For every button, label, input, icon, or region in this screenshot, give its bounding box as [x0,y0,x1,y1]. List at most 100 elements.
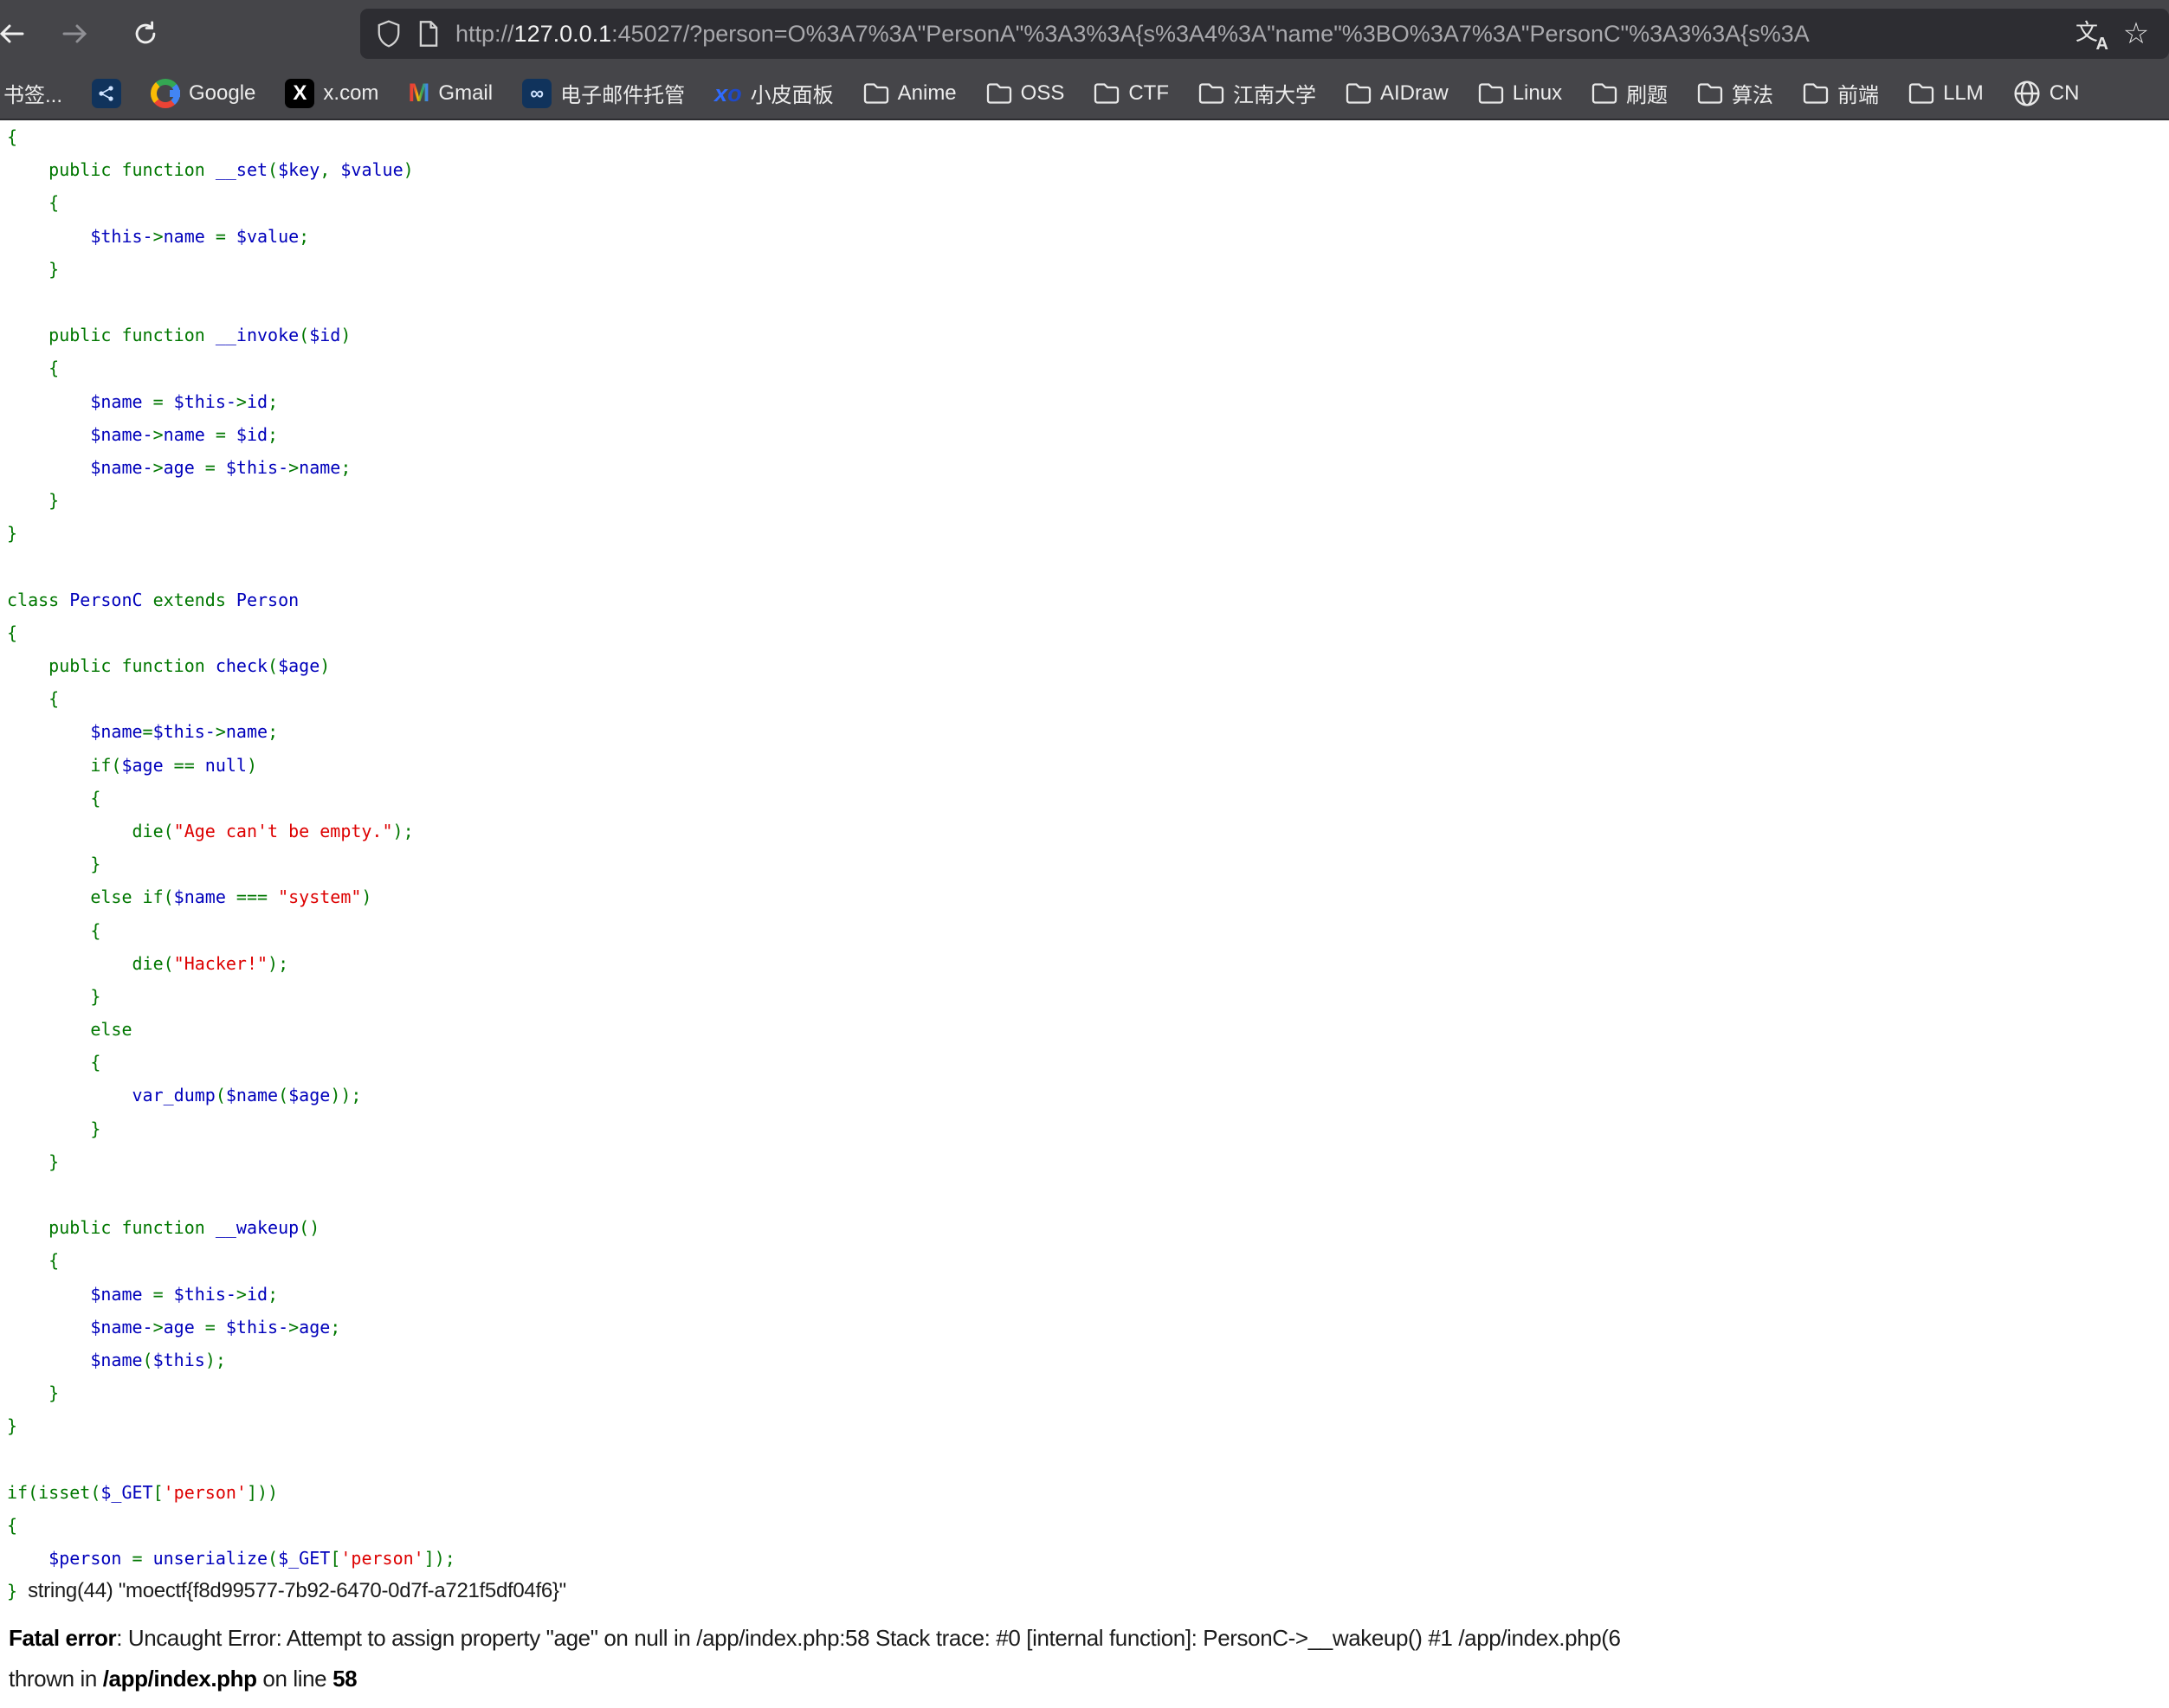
x-logo-icon: X [285,79,314,108]
fatal-error-label: Fatal error [9,1625,116,1651]
folder-icon [863,82,889,105]
folder-icon [1697,82,1723,105]
bookmark-label: 电子邮件托管 [560,78,685,108]
code-line: die("Age can't be empty."); [7,815,2169,848]
code-line: $name = $this->id; [7,1278,2169,1311]
bookmark-folder-Anime[interactable]: Anime [863,81,957,106]
code-line: public function __set($key, $value) [7,153,2169,186]
bookmark-folder-前端[interactable]: 前端 [1803,78,1879,108]
bookmark-小皮面板[interactable]: xo小皮面板 [714,78,834,108]
code-line: $name=$this->name; [7,715,2169,748]
reload-button[interactable] [126,15,165,53]
code-line [7,286,2169,319]
bookmark-label: LLM [1943,81,1984,106]
bookmark-label: Linux [1513,81,1562,106]
code-line: else if($name === "system") [7,880,2169,913]
bookmark-star-icon[interactable]: ☆ [2114,13,2159,55]
bookmark-x.com[interactable]: Xx.com [285,79,378,108]
code-line: { [7,616,2169,649]
code-line: } [7,1145,2169,1178]
code-line: { [7,351,2169,384]
code-line: $this->name = $value; [7,220,2169,253]
bookmark-label: OSS [1021,81,1065,106]
folder-icon [986,82,1012,105]
bookmark-folder-江南大学[interactable]: 江南大学 [1198,78,1316,108]
code-line: $name->name = $id; [7,418,2169,451]
fatal-error-message: : Uncaught Error: Attempt to assign prop… [116,1625,1620,1651]
error-file: /app/index.php [103,1666,257,1692]
page-content: { public function __set($key, $value) { … [0,120,2169,1699]
code-line: public function check($age) [7,649,2169,682]
code-line: } [7,253,2169,286]
bookmark-电子邮件托管[interactable]: ∞ 电子邮件托管 [522,78,685,108]
code-line: class PersonC extends Person [7,583,2169,616]
code-line: } [7,484,2169,517]
code-line: } [7,848,2169,880]
bookmark-label: 前端 [1837,78,1879,108]
folder-icon [1198,82,1224,105]
code-line: $name->age = $this->age; [7,1311,2169,1344]
folder-icon [1094,82,1120,105]
error-line-number: 58 [332,1666,357,1692]
bookmark-label: CN [2050,81,2080,106]
bookmark-label: AIDraw [1380,81,1449,106]
bookmark-folder-AIDraw[interactable]: AIDraw [1346,81,1449,106]
url-path: :45027/?person=O%3A7%3A"PersonA"%3A3%3A{… [611,21,1810,47]
folder-icon [1478,82,1504,105]
folder-icon [1346,82,1372,105]
reload-icon [131,19,160,48]
code-line [7,550,2169,583]
back-button[interactable] [0,15,31,53]
bookmark-label: Google [189,81,255,106]
bookmark-Google[interactable]: Google [151,79,255,108]
code-line: { [7,1509,2169,1542]
code-line: { [7,782,2169,815]
code-line: { [7,120,2169,153]
bookmark-label: 算法 [1732,78,1773,108]
code-line [7,1443,2169,1476]
translate-icon[interactable]: 文A [2069,13,2114,55]
code-line: if(isset($_GET['person'])) [7,1476,2169,1509]
code-line: } [7,517,2169,550]
folder-icon [1908,82,1934,105]
bookmark-Gmail[interactable]: MGmail [408,79,493,108]
folder-icon [1803,82,1829,105]
code-line: var_dump($name($age)); [7,1079,2169,1112]
bookmark-label: 江南大学 [1233,78,1316,108]
forward-button[interactable] [55,15,94,53]
bookmark-folder-刷题[interactable]: 刷题 [1591,78,1668,108]
url-bar[interactable]: http://127.0.0.1:45027/?person=O%3A7%3A"… [360,9,2169,59]
url-host: 127.0.0.1 [514,21,612,47]
bookmark-CN[interactable]: CN [2013,80,2080,107]
back-arrow-icon [0,18,28,49]
bookmark-folder-Linux[interactable]: Linux [1478,81,1562,106]
gmail-logo-icon: M [408,79,429,108]
share-nodes-icon [98,85,115,102]
code-line: } [7,1112,2169,1145]
page-document-icon[interactable] [417,20,440,48]
bookmarks-bar: 书签... Google Xx.com MGmail ∞ 电子邮件托管 xo小皮面板 Anim… [0,68,2169,120]
link-icon: ∞ [522,79,552,108]
navigation-toolbar: http://127.0.0.1:45027/?person=O%3A7%3A"… [0,0,2169,68]
code-line [7,1178,2169,1211]
code-line: { [7,682,2169,715]
code-line: $name = $this->id; [7,385,2169,418]
bookmark-folder-CTF[interactable]: CTF [1094,81,1169,106]
code-line: } [7,980,2169,1013]
bookmark-share-nodes-icon[interactable] [92,79,121,108]
code-line: else [7,1013,2169,1046]
bookmark-folder-OSS[interactable]: OSS [986,81,1065,106]
url-text[interactable]: http://127.0.0.1:45027/?person=O%3A7%3A"… [455,21,2069,48]
url-scheme: http:// [455,21,514,47]
bookmark-folder-算法[interactable]: 算法 [1697,78,1773,108]
bookmark-书签...[interactable]: 书签... [3,78,62,108]
bookmark-folder-LLM[interactable]: LLM [1908,81,1984,106]
fatal-error-line: Fatal error: Uncaught Error: Attempt to … [0,1618,2169,1659]
code-line: } [7,1409,2169,1442]
forward-arrow-icon [59,18,90,49]
code-line: { [7,914,2169,947]
bookmark-label: CTF [1128,81,1169,106]
thrown-line: thrown in /app/index.php on line 58 [0,1659,2169,1699]
tracking-protection-shield-icon[interactable] [376,19,402,48]
code-line: } [7,1376,2169,1409]
